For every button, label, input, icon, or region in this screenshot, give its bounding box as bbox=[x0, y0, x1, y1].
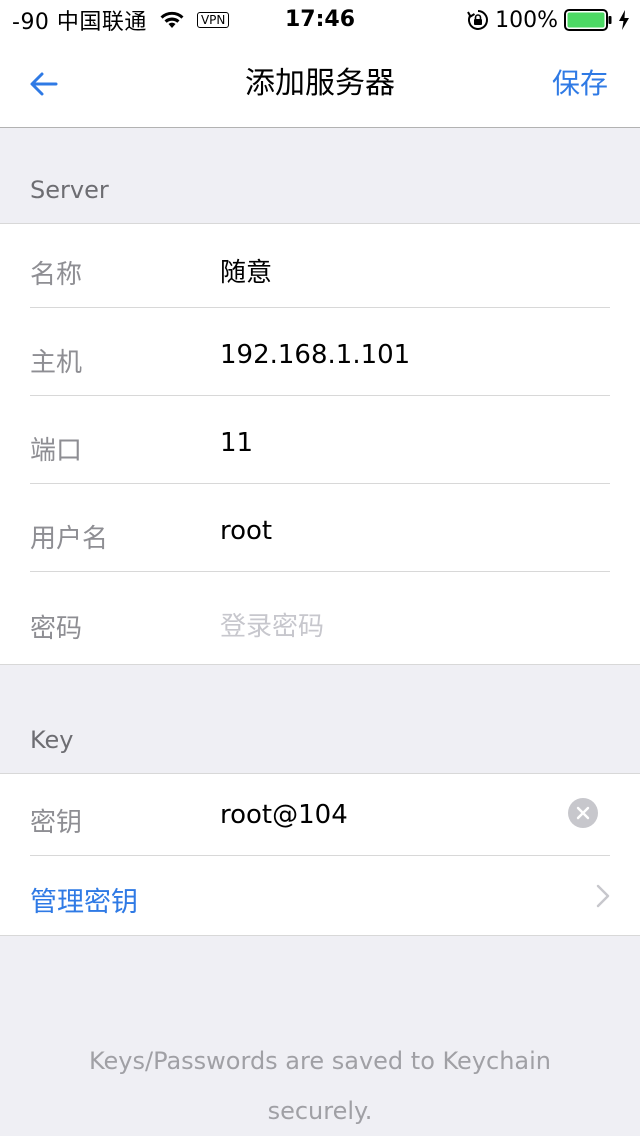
manage-keys-link[interactable]: 管理密钥 bbox=[30, 880, 138, 919]
host-field[interactable]: 192.168.1.101 bbox=[220, 340, 410, 370]
port-field[interactable]: 11 bbox=[220, 428, 253, 458]
section-header-label: Server bbox=[30, 176, 109, 204]
port-label: 端口 bbox=[30, 436, 83, 466]
save-button[interactable]: 保存 bbox=[552, 40, 608, 128]
server-settings-group: 名称 随意 主机 192.168.1.101 端口 11 用户名 root 密码… bbox=[0, 223, 640, 665]
name-row[interactable]: 名称 随意 bbox=[0, 224, 640, 308]
host-label: 主机 bbox=[30, 348, 83, 378]
keychain-note: Keys/Passwords are saved to Keychain sec… bbox=[88, 1047, 552, 1125]
clear-icon[interactable] bbox=[568, 798, 598, 828]
password-label: 密码 bbox=[30, 614, 83, 644]
username-field[interactable]: root bbox=[220, 516, 272, 546]
name-field[interactable]: 随意 bbox=[220, 252, 272, 289]
username-label: 用户名 bbox=[30, 524, 109, 554]
key-settings-group: 密钥 root@104 管理密钥 bbox=[0, 773, 640, 936]
key-row[interactable]: 密钥 root@104 bbox=[0, 774, 640, 856]
charging-icon bbox=[619, 10, 629, 30]
key-label: 密钥 bbox=[30, 808, 83, 838]
rotation-lock-icon bbox=[467, 10, 489, 30]
password-field[interactable]: 登录密码 bbox=[220, 606, 324, 643]
page-title: 添加服务器 bbox=[245, 66, 395, 101]
navigation-bar: 添加服务器 保存 bbox=[0, 40, 640, 128]
status-bar: -90 中国联通 VPN 17:46 100% bbox=[0, 0, 640, 40]
host-row[interactable]: 主机 192.168.1.101 bbox=[0, 308, 640, 396]
section-header-label: Key bbox=[30, 726, 74, 754]
battery-icon bbox=[564, 9, 612, 31]
section-header-server: Server bbox=[0, 128, 640, 224]
port-row[interactable]: 端口 11 bbox=[0, 396, 640, 484]
chevron-right-icon bbox=[596, 884, 610, 908]
username-row[interactable]: 用户名 root bbox=[0, 484, 640, 572]
password-row[interactable]: 密码 登录密码 bbox=[0, 572, 640, 664]
name-label: 名称 bbox=[30, 260, 83, 290]
status-right: 100% bbox=[467, 0, 630, 40]
section-header-key: Key bbox=[0, 664, 640, 774]
manage-keys-row[interactable]: 管理密钥 bbox=[0, 856, 640, 936]
key-field[interactable]: root@104 bbox=[220, 800, 348, 830]
arrow-left-icon[interactable] bbox=[28, 68, 60, 100]
battery-percent: 100% bbox=[495, 7, 558, 33]
battery-fill bbox=[567, 12, 605, 28]
